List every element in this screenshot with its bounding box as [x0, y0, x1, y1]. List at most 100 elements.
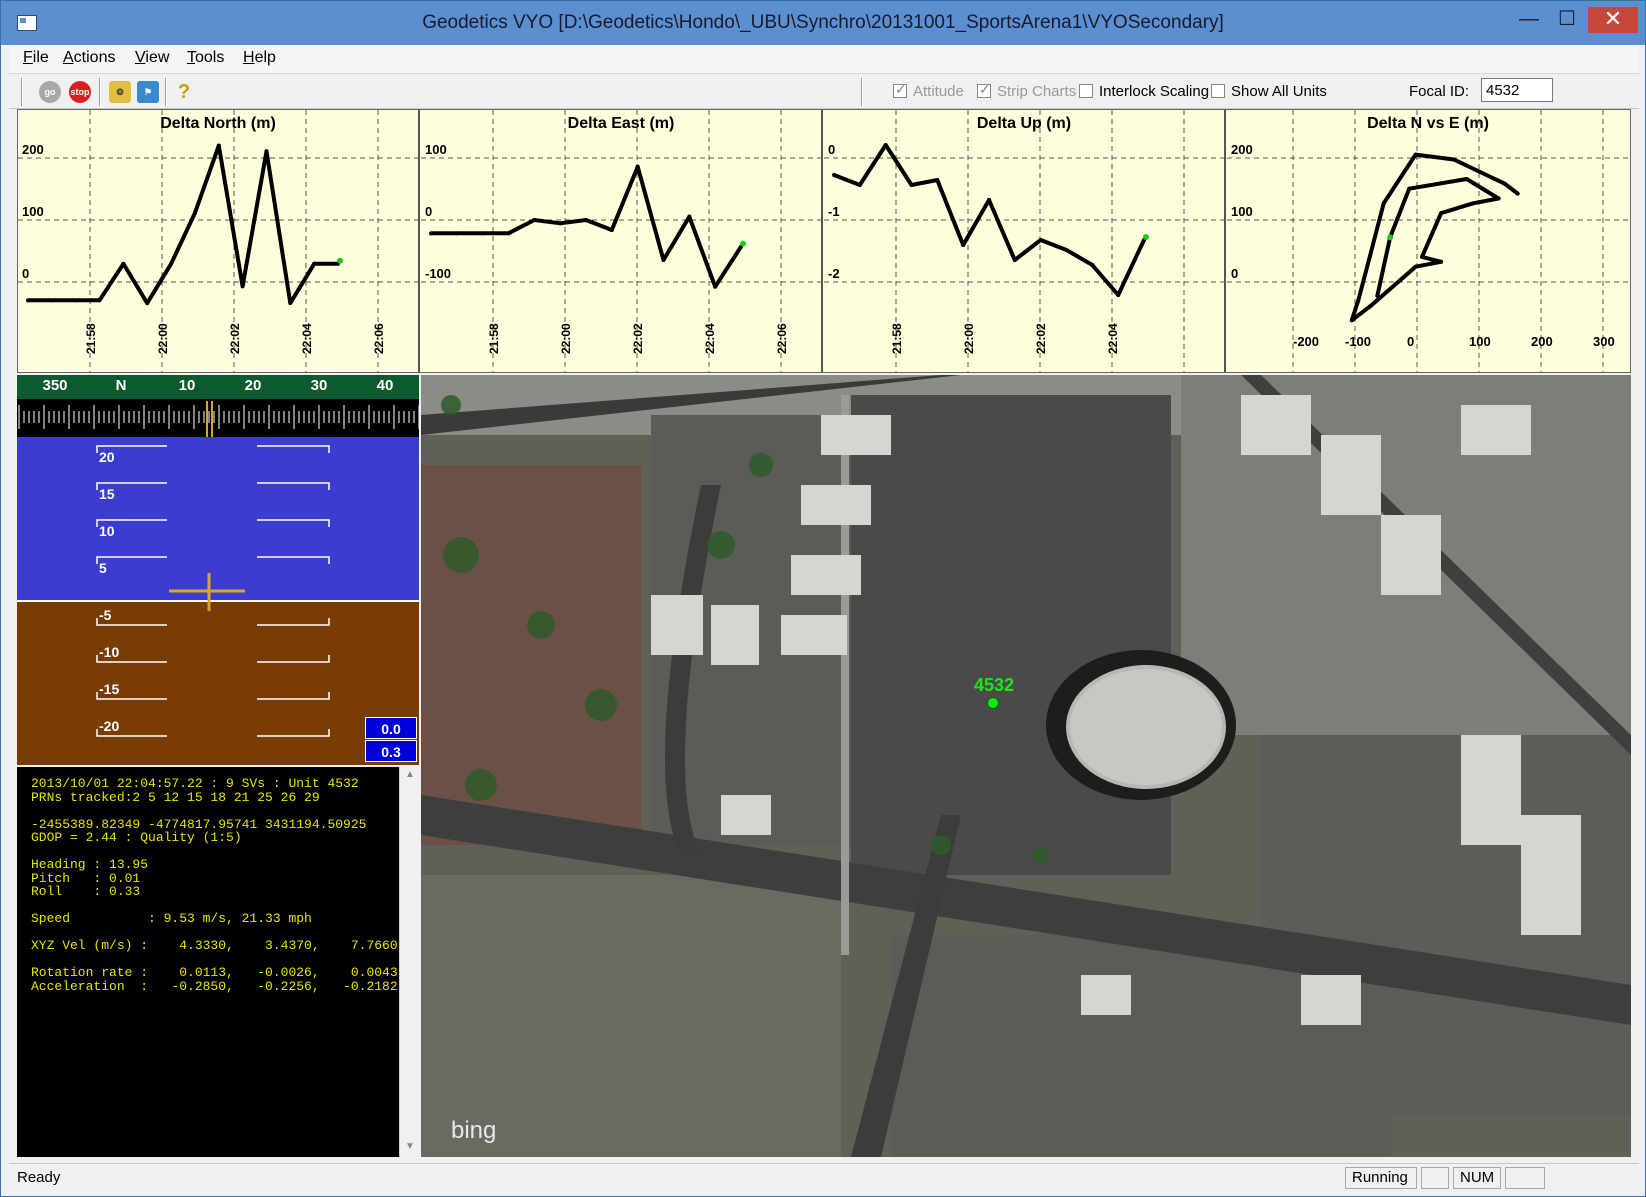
- y-tick-label: 100: [425, 142, 447, 157]
- y-tick-label: 100: [1231, 204, 1253, 219]
- toolbar: go stop ⚙ ⚑ ? Attitude Strip Charts Inte…: [9, 73, 1639, 109]
- track-point: [1451, 157, 1456, 162]
- track-point: [1349, 318, 1354, 323]
- x-tick-label: 21:58: [890, 323, 904, 354]
- data-point: [961, 243, 966, 247]
- pitch-label: -15: [99, 681, 120, 697]
- unit-marker-dot[interactable]: [987, 697, 999, 709]
- data-point: [883, 143, 888, 147]
- track-point: [1407, 186, 1412, 191]
- data-point: [609, 228, 614, 232]
- chart-title: Delta East (m): [567, 115, 675, 132]
- data-point: [145, 301, 150, 306]
- data-point: [169, 261, 174, 266]
- status-text: Ready: [17, 1169, 61, 1186]
- y-tick-label: 0: [1231, 266, 1238, 281]
- maximize-button[interactable]: ☐: [1549, 7, 1585, 33]
- track-point: [1515, 191, 1520, 196]
- track-point: [1413, 264, 1418, 269]
- data-point: [987, 198, 991, 202]
- attitude-indicator: 20 15 10 5 -5 -10 -15 -20 0.0 0.3: [17, 437, 419, 765]
- interlock-scaling-checkbox[interactable]: Interlock Scaling: [1079, 83, 1209, 101]
- x-tick-label: 22:04: [1106, 323, 1120, 354]
- menu-help[interactable]: Help: [243, 49, 276, 67]
- close-button[interactable]: ✕: [1588, 7, 1638, 33]
- data-point: [909, 183, 914, 187]
- strip-charts-checkbox-box[interactable]: [977, 81, 991, 98]
- go-button[interactable]: go: [39, 81, 61, 103]
- title-bar: Geodetics VYO [D:\Geodetics\Hondo\_UBU\S…: [1, 1, 1645, 45]
- y-tick-label: 100: [22, 204, 44, 219]
- x-tick-label: 200: [1531, 334, 1553, 349]
- attitude-label: Attitude: [913, 83, 964, 100]
- x-tick-label: -100: [1345, 334, 1371, 349]
- focal-id-input[interactable]: [1481, 78, 1553, 102]
- focal-id-label: Focal ID:: [1409, 83, 1470, 100]
- data-point: [713, 284, 718, 289]
- stop-button[interactable]: stop: [69, 81, 91, 103]
- data-point: [192, 211, 197, 216]
- menu-file[interactable]: File: [23, 49, 49, 67]
- info-scrollbar[interactable]: ▲ ▼: [399, 767, 419, 1157]
- pitch-label: 5: [99, 560, 107, 576]
- menu-tools[interactable]: Tools: [187, 49, 224, 67]
- data-point: [97, 298, 102, 303]
- x-tick-label: 22:06: [372, 323, 386, 354]
- y-tick-label: 0: [425, 204, 432, 219]
- data-point: [532, 218, 537, 222]
- data-point: [73, 298, 78, 303]
- data-point: [240, 284, 245, 289]
- attitude-checkbox-box[interactable]: [893, 81, 907, 98]
- delta-east-svg: 100 0 -100 21:58 22:00 22:02 22:04 22:06: [421, 110, 821, 372]
- track-point: [1496, 196, 1501, 201]
- menu-actions[interactable]: Actions: [63, 49, 115, 67]
- delta-ne-svg: 200 100 0 -200 -100 0 100 200 300: [1227, 110, 1629, 372]
- x-tick-label: 22:00: [559, 323, 573, 354]
- data-point: [857, 183, 862, 187]
- pitch-label: 10: [99, 523, 115, 539]
- attitude-checkbox[interactable]: Attitude: [893, 81, 964, 101]
- x-tick-label: 100: [1469, 334, 1491, 349]
- num-lock-indicator: NUM: [1453, 1167, 1501, 1189]
- pitch-readout: 0.3: [365, 740, 417, 762]
- delta-north-chart: 200 100 0 21:58 22:00 22:02 22:04 22:06 Delta N…: [18, 110, 420, 372]
- show-all-units-label: Show All Units: [1231, 83, 1327, 100]
- aerial-map[interactable]: 4532 bing: [421, 375, 1631, 1157]
- flags-icon[interactable]: ⚑: [137, 81, 159, 103]
- data-point: [584, 218, 588, 222]
- chart-title: Delta North (m): [160, 115, 276, 132]
- y-tick-label: 200: [1231, 142, 1253, 157]
- x-tick-label: 22:00: [962, 323, 976, 354]
- y-tick-label: 0: [828, 142, 835, 157]
- pitch-label: -10: [99, 644, 120, 660]
- y-tick-label: 0: [22, 266, 29, 281]
- x-tick-label: 21:58: [84, 323, 98, 354]
- scroll-down-icon[interactable]: ▼: [404, 1141, 416, 1152]
- strip-charts-checkbox[interactable]: Strip Charts: [977, 81, 1077, 101]
- data-point: [216, 143, 221, 148]
- track-point: [1368, 250, 1373, 255]
- unit-marker-label: 4532: [974, 675, 1015, 695]
- status-bar: Ready Running NUM: [9, 1163, 1639, 1191]
- track-point: [1368, 303, 1373, 308]
- track-point: [1356, 298, 1361, 303]
- running-indicator: Running: [1345, 1167, 1417, 1189]
- x-tick-label: 22:04: [703, 323, 717, 354]
- help-icon[interactable]: ?: [173, 81, 195, 103]
- x-tick-label: 21:58: [487, 323, 501, 354]
- interlock-scaling-checkbox-box[interactable]: [1079, 84, 1093, 98]
- settings-icon[interactable]: ⚙: [109, 81, 131, 103]
- strip-charts-label: Strip Charts: [997, 83, 1077, 100]
- data-point: [1116, 293, 1121, 297]
- show-all-units-checkbox-box[interactable]: [1211, 84, 1225, 98]
- scroll-up-icon[interactable]: ▲: [404, 769, 416, 780]
- data-point: [121, 261, 126, 266]
- x-tick-label: 0: [1407, 334, 1414, 349]
- chart-title: Delta N vs E (m): [1367, 115, 1489, 132]
- track-point: [1471, 201, 1476, 206]
- app-window: Geodetics VYO [D:\Geodetics\Hondo\_UBU\S…: [0, 0, 1646, 1197]
- minimize-button[interactable]: —: [1511, 7, 1547, 33]
- show-all-units-checkbox[interactable]: Show All Units: [1211, 83, 1327, 101]
- toolbar-grip: [21, 78, 23, 106]
- menu-view[interactable]: View: [135, 49, 169, 67]
